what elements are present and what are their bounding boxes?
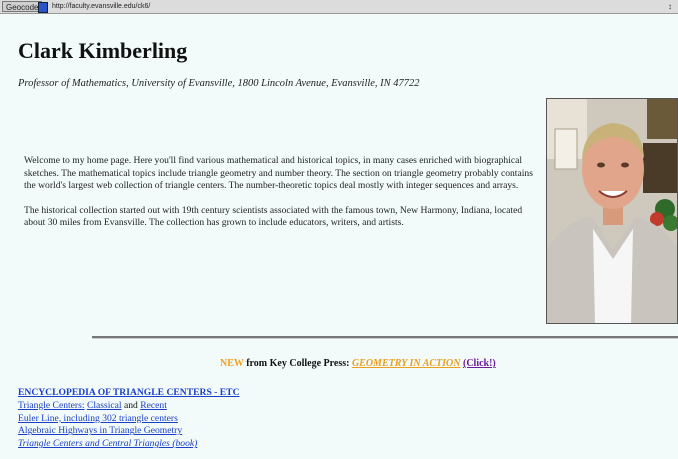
- bookmark-button[interactable]: Geocode: [2, 1, 43, 12]
- click-link[interactable]: (Click!): [463, 358, 496, 369]
- promo-text: from Key College Press:: [246, 358, 350, 369]
- window-control-icon[interactable]: ↕: [668, 0, 672, 13]
- euler-line-link[interactable]: Euler Line, including 302 triangle cente…: [18, 413, 178, 424]
- url-field[interactable]: http://faculty.evansville.edu/ck6/: [52, 0, 150, 13]
- recent-link[interactable]: Recent: [140, 400, 167, 411]
- list-item: Euler Line, including 302 triangle cente…: [18, 413, 338, 426]
- page-title: Clark Kimberling: [18, 38, 188, 63]
- intro-paragraph: The historical collection started out wi…: [24, 204, 523, 229]
- and-text: and: [123, 399, 138, 411]
- classical-link[interactable]: Classical: [87, 400, 122, 411]
- intro-paragraph: Welcome to my home page. Here you'll fin…: [24, 155, 533, 191]
- algebraic-highways-link[interactable]: Algebraic Highways in Triangle Geometry: [18, 425, 182, 436]
- horizontal-divider: [92, 336, 678, 339]
- list-item: Algebraic Highways in Triangle Geometry: [18, 425, 338, 438]
- page-icon: [38, 2, 48, 13]
- etc-link[interactable]: ENCYCLOPEDIA OF TRIANGLE CENTERS - ETC: [18, 387, 338, 400]
- triangle-links-list: ENCYCLOPEDIA OF TRIANGLE CENTERS - ETC T…: [18, 387, 338, 451]
- new-label: NEW: [220, 358, 244, 369]
- list-item: Triangle Centers and Central Triangles (…: [18, 438, 338, 451]
- page-subtitle: Professor of Mathematics, University of …: [18, 78, 420, 89]
- triangle-centers-book-link[interactable]: Triangle Centers and Central Triangles (…: [18, 438, 197, 449]
- intro-text: Welcome to my home page. Here you'll fin…: [24, 155, 536, 242]
- promo-line: NEW from Key College Press: GEOMETRY IN …: [220, 358, 620, 369]
- geometry-in-action-link[interactable]: GEOMETRY IN ACTION: [352, 358, 461, 369]
- portrait-photo: [546, 98, 678, 324]
- list-item: Triangle Centers: Classical and Recent: [18, 400, 338, 413]
- triangle-centers-label[interactable]: Triangle Centers:: [18, 400, 85, 411]
- browser-toolbar: Geocode http://faculty.evansville.edu/ck…: [0, 0, 678, 14]
